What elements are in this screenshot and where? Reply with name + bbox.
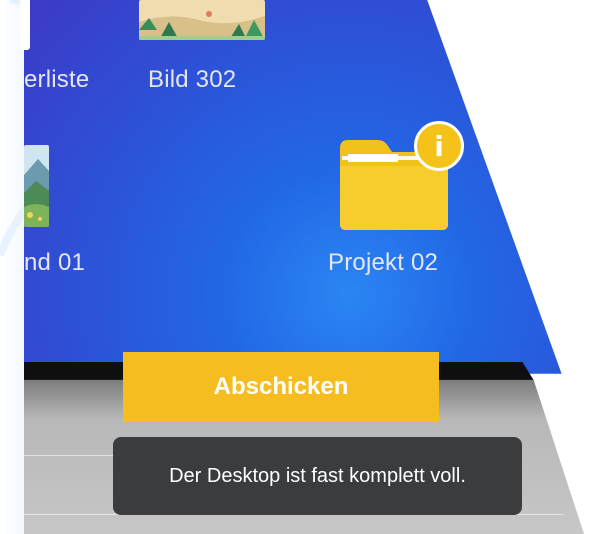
icon-label: Bild 302 <box>148 66 237 93</box>
notification-toast: Der Desktop ist fast komplett voll. <box>113 437 522 515</box>
landscape-image-icon <box>139 0 265 40</box>
icon-label: Projekt 02 <box>328 249 439 276</box>
submit-button[interactable]: Abschicken <box>123 352 439 422</box>
toast-message: Der Desktop ist fast komplett voll. <box>169 464 466 487</box>
image-thumbnail-bild-302[interactable] <box>139 0 265 40</box>
landscape-image-icon <box>24 145 49 227</box>
file-icon-partial[interactable] <box>20 0 30 50</box>
info-badge-icon: i <box>414 121 464 171</box>
deck-tile-line <box>24 455 114 456</box>
icon-label: erliste <box>24 66 90 93</box>
icon-label: nd 01 <box>24 249 86 276</box>
screen: erliste Bild 302 nd 01 i Projekt 02 Absc… <box>0 0 613 534</box>
image-thumbnail-partial[interactable] <box>24 145 49 227</box>
